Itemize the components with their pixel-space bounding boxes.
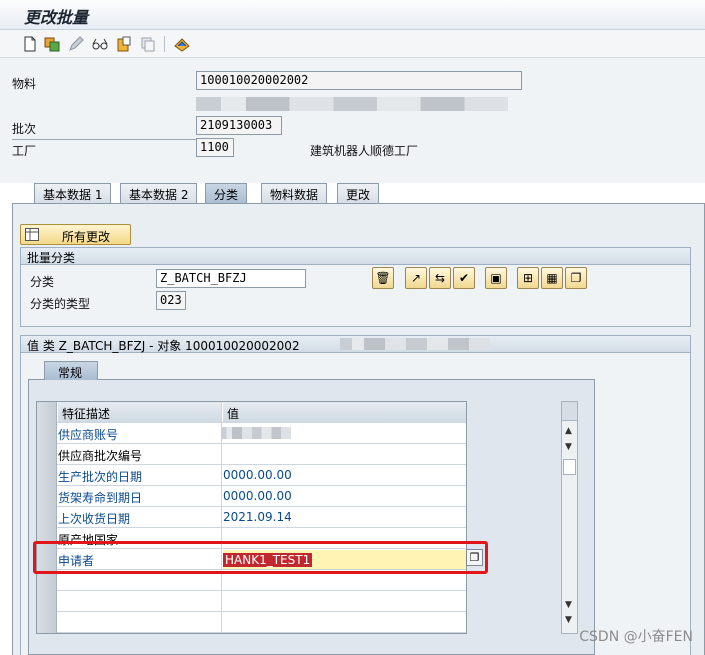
row-value[interactable]: 0000.00.00 bbox=[223, 486, 466, 507]
row-desc: 供应商批次编号 bbox=[58, 444, 222, 465]
batch-label: 批次 bbox=[12, 122, 37, 136]
clipboard-icon[interactable] bbox=[116, 36, 132, 52]
detail-icon[interactable]: ▣ bbox=[485, 267, 507, 289]
class-type-field[interactable]: 023 bbox=[156, 291, 186, 310]
tab-basic-data-2[interactable]: 基本数据 2 bbox=[120, 183, 198, 203]
scroll-down-icon[interactable]: ▼ bbox=[565, 600, 572, 610]
edit-pencil-icon[interactable] bbox=[68, 36, 84, 52]
row-selector[interactable] bbox=[37, 591, 57, 612]
row-value[interactable]: 2021.09.14 bbox=[223, 507, 466, 528]
row-desc: 生产批次的日期 bbox=[58, 465, 222, 486]
row-selector[interactable] bbox=[37, 465, 57, 486]
row-selector[interactable] bbox=[37, 444, 57, 465]
scroll-header-cell bbox=[562, 402, 577, 421]
classification-icon[interactable] bbox=[174, 36, 190, 52]
window-title: 更改批量 bbox=[24, 8, 89, 27]
scroll-down-small-icon[interactable]: ▼ bbox=[565, 442, 572, 452]
row-selector[interactable] bbox=[37, 423, 57, 444]
change-icon[interactable] bbox=[44, 36, 60, 52]
material-label: 物料 bbox=[12, 77, 37, 91]
batch-field[interactable]: 2109130003 bbox=[196, 116, 282, 135]
watermark: CSDN @小奋FEN bbox=[579, 629, 693, 645]
table-icon bbox=[25, 228, 39, 241]
insert-row-icon[interactable]: ⊞ bbox=[517, 267, 539, 289]
arrow-icon[interactable]: ↗ bbox=[405, 267, 427, 289]
column-header-desc: 特征描述 bbox=[58, 402, 222, 423]
tab-general[interactable]: 常规 bbox=[44, 361, 98, 380]
scroll-up-icon[interactable]: ▲ bbox=[565, 426, 572, 436]
row-desc: 货架寿命到期日 bbox=[58, 486, 222, 507]
redacted-description bbox=[196, 97, 508, 111]
table-row[interactable]: 货架寿命到期日 0000.00.00 bbox=[37, 486, 466, 507]
row-desc-empty bbox=[58, 612, 222, 633]
batch-class-group: 批量分类 bbox=[20, 247, 691, 327]
copy-object-icon[interactable]: ❐ bbox=[565, 267, 587, 289]
column-header-value: 值 bbox=[223, 402, 466, 423]
class-label: 分类 bbox=[30, 275, 55, 289]
all-changes-button[interactable]: 所有更改 bbox=[20, 224, 131, 245]
class-field[interactable]: Z_BATCH_BFZJ bbox=[156, 269, 306, 288]
row-desc: 上次收货日期 bbox=[58, 507, 222, 528]
table-row[interactable] bbox=[37, 591, 466, 612]
all-changes-label: 所有更改 bbox=[62, 230, 111, 244]
application-toolbar bbox=[0, 30, 705, 58]
row-selector[interactable] bbox=[37, 486, 57, 507]
table-row[interactable]: 生产批次的日期 0000.00.00 bbox=[37, 465, 466, 486]
tab-classification[interactable]: 分类 bbox=[205, 183, 248, 204]
tab-changes[interactable]: 更改 bbox=[337, 183, 380, 203]
redacted-value bbox=[221, 427, 291, 439]
row-value[interactable] bbox=[223, 444, 466, 465]
new-document-icon[interactable] bbox=[22, 36, 38, 52]
table-row[interactable]: 供应商批次编号 bbox=[37, 444, 466, 465]
row-desc-empty bbox=[58, 591, 222, 612]
row-value[interactable]: 0000.00.00 bbox=[223, 465, 466, 486]
plant-field[interactable]: 1100 bbox=[196, 138, 234, 157]
toolbar-separator bbox=[164, 36, 165, 52]
table-view-icon[interactable]: ▦ bbox=[541, 267, 563, 289]
class-type-label: 分类的类型 bbox=[30, 297, 91, 311]
scroll-thumb[interactable] bbox=[563, 459, 576, 475]
trash-icon[interactable]: 🗑 bbox=[372, 267, 394, 289]
tab-basic-data-1[interactable]: 基本数据 1 bbox=[34, 183, 112, 203]
table-row[interactable]: 上次收货日期 2021.09.14 bbox=[37, 507, 466, 528]
check-icon[interactable]: ✔ bbox=[453, 267, 475, 289]
plant-label: 工厂 bbox=[12, 144, 37, 158]
row-selector[interactable] bbox=[37, 507, 57, 528]
select-all-cell[interactable] bbox=[37, 402, 57, 423]
table-vertical-scrollbar[interactable]: ▲ ▼ ▼ ▼ bbox=[561, 401, 578, 634]
row-value-empty[interactable] bbox=[223, 612, 466, 633]
table-row[interactable]: 供应商账号 bbox=[37, 423, 466, 444]
material-field[interactable]: 100010020002002 bbox=[196, 71, 522, 90]
table-header-row: 特征描述 值 bbox=[37, 402, 466, 423]
row-selector[interactable] bbox=[37, 612, 57, 633]
tab-material-data[interactable]: 物料数据 bbox=[261, 183, 328, 203]
row-value-empty[interactable] bbox=[223, 591, 466, 612]
table-row[interactable] bbox=[37, 612, 466, 633]
glasses-display-icon[interactable] bbox=[92, 36, 108, 52]
redacted-object-desc bbox=[340, 338, 490, 350]
scroll-bottom-icon[interactable]: ▼ bbox=[565, 615, 572, 625]
label-underline bbox=[12, 139, 196, 140]
batch-class-header: 批量分类 bbox=[21, 248, 690, 265]
characteristics-table: 特征描述 值 供应商账号 供应商批次编号 生产批次的日期 0000.00.00 … bbox=[36, 401, 467, 634]
row-desc: 供应商账号 bbox=[58, 423, 222, 444]
assign-icon[interactable]: ⇆ bbox=[429, 267, 451, 289]
title-bar bbox=[0, 0, 705, 30]
copy-icon[interactable] bbox=[140, 36, 156, 52]
plant-description: 建筑机器人顺德工厂 bbox=[310, 144, 419, 158]
highlight-box bbox=[33, 541, 488, 574]
